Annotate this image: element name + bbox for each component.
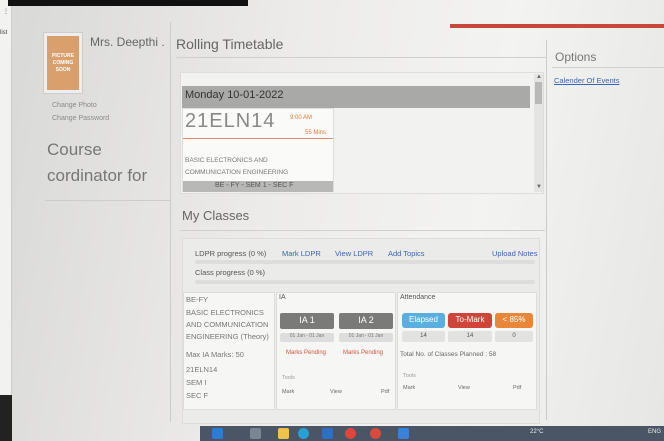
attendance-header: Attendance [400,294,436,301]
attendance-view-link[interactable]: View [458,385,470,391]
language-indicator[interactable]: ENG [648,429,661,435]
add-topics-link[interactable]: Add Topics [388,249,425,258]
widgets-icon[interactable] [250,428,261,439]
class-time: 9:00 AM [290,115,313,121]
change-password-link[interactable]: Change Password [52,115,109,122]
day-label: Monday 10-01-2022 [185,89,284,101]
options-underline [552,67,664,68]
ia2-button[interactable]: IA 2 [339,313,393,329]
course-code: 21ELN14 [186,365,218,374]
course-subject-line-1: BASIC ELECTRONICS [186,308,264,317]
edge-list-text: list [0,30,8,36]
ia-mark-link[interactable]: Mark [282,389,294,395]
mark-ldpr-link[interactable]: Mark LDPR [282,249,321,258]
to-mark-count: 14 [448,331,492,342]
ia1-status: Marks Pending [286,350,327,356]
course-coordinator-title: Course cordinator for [47,140,148,185]
photo-placeholder-text: PICTURE COMING SOON [52,52,74,73]
calendar-of-events-link[interactable]: Calender Of Events [554,76,619,85]
course-max-ia: Max IA Marks: 50 [186,350,244,359]
main-divider [170,22,171,422]
edge-menu-icon: ⋮ [3,9,9,15]
ia-pdf-link[interactable]: Pdf [381,389,389,395]
course-subject-line-3: ENGINEERING (Theory) [186,332,269,341]
below-85-count: 0 [495,331,533,342]
left-divider [45,200,171,201]
header-accent-line [450,24,664,28]
left-window-edge [0,0,12,441]
temperature-text: 22°C [530,429,544,435]
ia2-date: 01 Jan - 01 Jan [339,333,393,342]
classes-planned-text: Total No. of Classes Planned : 58 [400,351,497,358]
course-sec: SEC F [186,391,209,400]
profile-photo[interactable]: PICTURE COMING SOON [43,32,83,94]
class-code: 21ELN14 [185,110,276,132]
attendance-mark-link[interactable]: Mark [403,385,415,391]
search-icon[interactable] [212,428,223,439]
upload-notes-link[interactable]: Upload Notes [492,249,537,258]
class-progress-label: Class progress (0 %) [195,268,266,277]
ia-tools-label: Tools [282,375,295,381]
my-classes-title: My Classes [182,208,250,223]
course-program: BE-FY [186,295,209,304]
options-divider [546,40,547,420]
ia2-status: Marks Pending [343,350,384,356]
ldpr-progress-label: LDPR progress (0 %) [195,249,267,258]
chrome-icon[interactable] [345,428,356,439]
to-mark-button[interactable]: To-Mark [448,313,492,328]
elapsed-count: 14 [402,331,445,342]
taskbar [200,426,664,441]
edge-icon[interactable] [298,428,309,439]
class-subject: BASIC ELECTRONICS AND COMMUNICATION ENGI… [185,157,289,176]
outlook-icon[interactable] [370,428,381,439]
timetable-scroll-thumb[interactable] [535,82,542,104]
change-photo-link[interactable]: Change Photo [52,102,97,109]
rolling-underline [176,57,546,58]
ldpr-progress-track [195,260,535,264]
ia-view-link[interactable]: View [330,389,342,395]
store-icon[interactable] [322,428,333,439]
class-progress-track [195,280,535,284]
ia1-button[interactable]: IA 1 [280,313,334,329]
elapsed-button[interactable]: Elapsed [402,313,445,328]
attendance-pdf-link[interactable]: Pdf [513,385,521,391]
course-subject-line-2: AND COMMUNICATION [186,320,269,329]
below-85-button[interactable]: < 85% [495,313,533,328]
class-duration: 55 Mins [305,130,327,136]
folder-icon[interactable] [278,428,289,439]
top-bar [8,0,248,6]
class-section: BE - FY - SEM 1 - SEC F [215,182,294,189]
user-name: Mrs. Deepthi . [90,35,165,49]
rolling-timetable-title: Rolling Timetable [176,36,284,52]
attendance-tools-label: Tools [403,373,416,379]
scroll-up-icon[interactable]: ▲ [536,74,542,80]
view-ldpr-link[interactable]: View LDPR [335,249,373,258]
left-window-edge-dark [0,395,12,441]
my-classes-underline [180,230,545,231]
options-title: Options [555,50,597,64]
teams-icon[interactable] [398,428,409,439]
scroll-down-icon[interactable]: ▼ [536,184,542,190]
ia-header: IA [279,294,286,301]
class-card-divider [183,138,333,139]
course-sem: SEM I [186,378,207,387]
ia1-date: 01 Jan - 01 Jan [280,333,334,342]
